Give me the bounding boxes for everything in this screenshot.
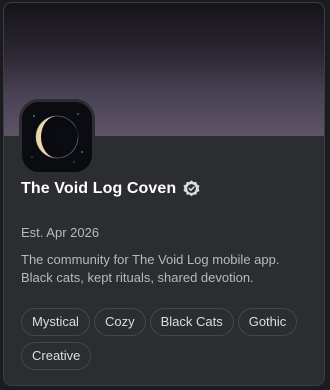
tag-list: Mystical Cozy Black Cats Gothic Creative bbox=[21, 308, 317, 370]
server-card: The Void Log Coven Est. Apr 2026 The com… bbox=[3, 2, 325, 386]
server-description: The community for The Void Log mobile ap… bbox=[21, 252, 280, 285]
tag-black-cats[interactable]: Black Cats bbox=[149, 308, 234, 336]
tag-creative[interactable]: Creative bbox=[21, 342, 92, 370]
tag-mystical[interactable]: Mystical bbox=[21, 308, 90, 336]
server-icon-frame[interactable] bbox=[19, 99, 95, 175]
verified-badge-icon bbox=[183, 180, 200, 197]
server-name: The Void Log Coven bbox=[21, 179, 177, 197]
established-date: Est. Apr 2026 bbox=[21, 225, 100, 240]
tag-gothic[interactable]: Gothic bbox=[237, 308, 298, 336]
crescent-moon-icon bbox=[22, 102, 92, 172]
server-title-row: The Void Log Coven bbox=[21, 179, 201, 198]
tag-cozy[interactable]: Cozy bbox=[93, 308, 146, 336]
